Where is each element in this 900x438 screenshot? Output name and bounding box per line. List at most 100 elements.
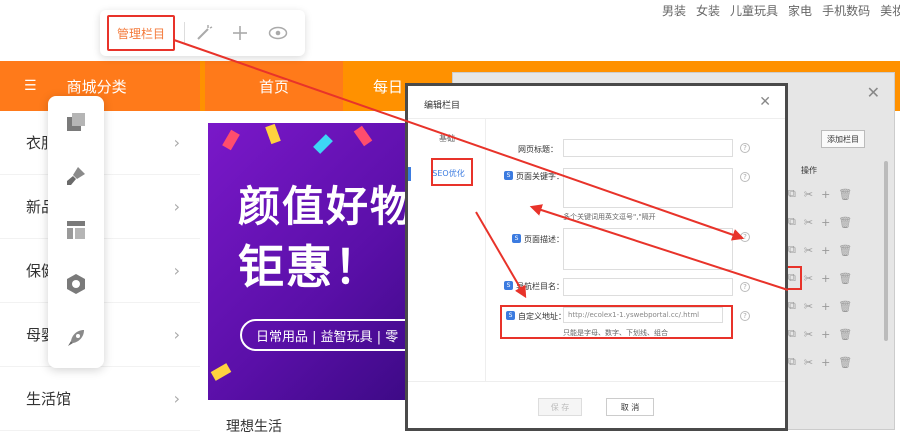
help-icon[interactable]: ? <box>740 282 750 292</box>
page-title-label: 网页标题： <box>518 145 558 154</box>
nav-name-label: 导航栏目名： <box>516 282 564 291</box>
copy-icon-highlight <box>786 266 802 290</box>
table-row: ⧉ ✂ + 🗑 <box>788 321 888 347</box>
plus-icon[interactable]: + <box>821 216 830 229</box>
help-icon[interactable]: ? <box>740 143 750 153</box>
tab-home[interactable]: 首页 <box>205 61 343 111</box>
plus-icon[interactable]: + <box>821 356 830 369</box>
top-nav-item[interactable]: 男装 <box>662 2 686 18</box>
banner-tags: 日常用品 | 益智玩具 | 零 <box>240 319 408 351</box>
trash-icon[interactable]: 🗑 <box>838 216 852 229</box>
trash-icon[interactable]: 🗑 <box>838 272 852 285</box>
top-nav: 男装 女装 儿童玩具 家电 手机数码 美妆 <box>662 2 900 18</box>
help-icon[interactable]: ? <box>740 172 750 182</box>
plus-icon[interactable]: + <box>821 328 830 341</box>
magic-wand-icon[interactable] <box>194 23 214 43</box>
save-button[interactable]: 保 存 <box>538 398 582 416</box>
scissors-icon[interactable]: ✂ <box>804 188 813 201</box>
copy-icon[interactable]: ⧉ <box>788 187 796 201</box>
promo-banner[interactable]: 颜值好物 钜惠！ 日常用品 | 益智玩具 | 零 <box>208 123 408 400</box>
edit-column-modal: 编辑栏目 ✕ 基础 SEO优化 网页标题： ? S 页面关键字： ? 多个关键词… <box>405 83 788 431</box>
copy-icon[interactable]: ⧉ <box>788 299 796 313</box>
help-icon[interactable]: ? <box>740 311 750 321</box>
operation-column-header: 操作 <box>801 166 817 175</box>
banner-headline: 颜值好物 <box>238 182 408 231</box>
settings-hex-icon[interactable] <box>64 272 88 296</box>
table-row: ⧉ ✂ + 🗑 <box>788 209 888 235</box>
scissors-icon[interactable]: ✂ <box>804 356 813 369</box>
confetti-decoration <box>353 125 373 147</box>
toolbar-divider <box>184 22 185 44</box>
seo-tab-highlight <box>431 158 473 186</box>
trash-icon[interactable]: 🗑 <box>838 300 852 313</box>
top-nav-item[interactable]: 儿童玩具 <box>730 2 778 18</box>
page-description-label: 页面描述： <box>524 235 564 244</box>
close-icon[interactable]: ✕ <box>867 83 880 102</box>
eye-icon[interactable] <box>268 23 288 43</box>
trash-icon[interactable]: 🗑 <box>838 188 852 201</box>
divider <box>408 381 785 382</box>
seo-badge-icon: S <box>504 281 513 290</box>
confetti-decoration <box>265 123 281 145</box>
trash-icon[interactable]: 🗑 <box>838 244 852 257</box>
section-label: 理想生活 <box>226 419 282 435</box>
chevron-right-icon: › <box>173 389 180 408</box>
scrollbar[interactable] <box>884 161 888 341</box>
layout-icon[interactable] <box>64 218 88 242</box>
trash-icon[interactable]: 🗑 <box>838 356 852 369</box>
side-tool-panel <box>48 96 104 368</box>
confetti-decoration <box>222 129 240 151</box>
plus-icon[interactable]: + <box>821 188 830 201</box>
page-description-input[interactable] <box>563 228 733 270</box>
top-nav-item[interactable]: 手机数码 <box>822 2 870 18</box>
nav-name-input[interactable] <box>563 278 733 296</box>
table-row: ⧉ ✂ + 🗑 <box>788 237 888 263</box>
table-row: ⧉ ✂ + 🗑 <box>788 349 888 375</box>
custom-url-highlight <box>500 305 733 339</box>
plus-icon[interactable]: + <box>821 244 830 257</box>
scissors-icon[interactable]: ✂ <box>804 328 813 341</box>
scissors-icon[interactable]: ✂ <box>804 244 813 257</box>
brush-icon[interactable] <box>64 164 88 188</box>
cancel-button[interactable]: 取 消 <box>606 398 654 416</box>
plus-icon[interactable]: + <box>821 272 830 285</box>
manage-columns-button[interactable]: 管理栏目 <box>107 15 175 51</box>
top-nav-item[interactable]: 家电 <box>788 2 812 18</box>
chevron-right-icon: › <box>173 133 180 152</box>
seo-badge-icon: S <box>512 234 521 243</box>
tab-basic[interactable]: 基础 <box>408 133 486 144</box>
layers-icon[interactable] <box>64 110 88 134</box>
floating-toolbar: 管理栏目 <box>100 10 305 56</box>
plus-icon[interactable]: + <box>821 300 830 313</box>
top-nav-item[interactable]: 女装 <box>696 2 720 18</box>
category-title: 商城分类 <box>66 77 127 96</box>
chevron-right-icon: › <box>173 325 180 344</box>
modal-title: 编辑栏目 <box>424 101 461 111</box>
category-item[interactable]: 生活馆 › <box>0 367 200 431</box>
close-icon[interactable]: ✕ <box>759 94 771 110</box>
copy-icon[interactable]: ⧉ <box>788 355 796 369</box>
page-title-input[interactable] <box>563 139 733 157</box>
banner-subheadline: 钜惠！ <box>238 240 382 294</box>
table-row: ⧉ ✂ + 🗑 <box>788 265 888 291</box>
trash-icon[interactable]: 🗑 <box>838 328 852 341</box>
table-row: ⧉ ✂ + 🗑 <box>788 181 888 207</box>
chevron-right-icon: › <box>173 261 180 280</box>
copy-icon[interactable]: ⧉ <box>788 327 796 341</box>
copy-icon[interactable]: ⧉ <box>788 215 796 229</box>
keywords-hint: 多个关键词用英文逗号","隔开 <box>563 213 656 221</box>
list-icon: ☰ <box>24 78 37 94</box>
confetti-decoration <box>313 134 333 154</box>
copy-icon[interactable]: ⧉ <box>788 243 796 257</box>
page-keywords-input[interactable] <box>563 168 733 208</box>
chevron-right-icon: › <box>173 197 180 216</box>
help-icon[interactable]: ? <box>740 232 750 242</box>
scissors-icon[interactable]: ✂ <box>804 216 813 229</box>
add-column-button[interactable]: 添加栏目 <box>821 130 865 148</box>
scissors-icon[interactable]: ✂ <box>804 272 813 285</box>
scissors-icon[interactable]: ✂ <box>804 300 813 313</box>
top-nav-item[interactable]: 美妆 <box>880 2 900 18</box>
rocket-icon[interactable] <box>64 326 88 350</box>
plus-icon[interactable] <box>230 23 250 43</box>
seo-badge-icon: S <box>504 171 513 180</box>
